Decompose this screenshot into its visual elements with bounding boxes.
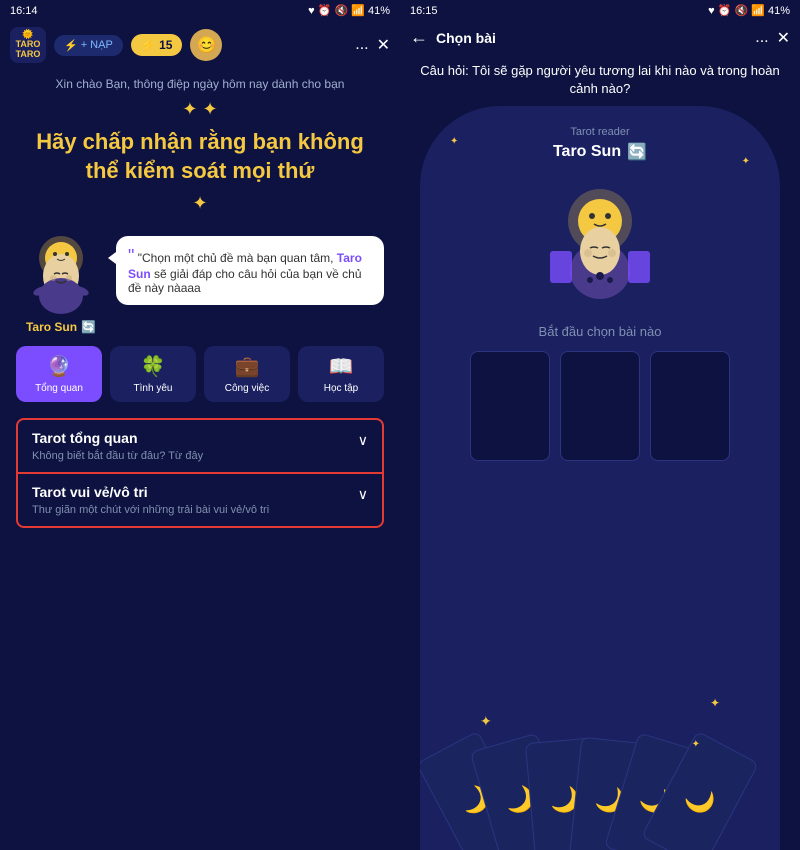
tab-tong-quan[interactable]: 🔮 Tổng quan	[16, 346, 102, 402]
logo-area: 🌞TAROTARO	[10, 27, 46, 63]
right-close-button[interactable]: ✕	[777, 28, 790, 48]
reader-name: Taro Sun 🔄	[553, 142, 647, 162]
stars-bottom: ✦	[0, 189, 400, 218]
avatar[interactable]: 😊	[190, 29, 222, 61]
tab-icon-cong-viec: 💼	[235, 354, 260, 379]
tab-hoc-tap[interactable]: 📖 Học tập	[298, 346, 384, 402]
mascot-svg	[21, 226, 101, 316]
tab-label-2: Công việc	[225, 383, 269, 394]
close-button[interactable]: ✕	[377, 35, 390, 55]
card-slot-1[interactable]	[560, 351, 640, 461]
content-item-1[interactable]: Tarot vui vẻ/vô tri Thư giãn một chút vớ…	[16, 473, 384, 528]
content-item-0[interactable]: Tarot tổng quan Không biết bắt đầu từ đâ…	[16, 418, 384, 473]
tab-label-1: Tình yêu	[134, 383, 173, 394]
tab-icon-tong-quan: 🔮	[47, 354, 72, 379]
spread-cards: 🌙 🌙 🌙 🌙 🌙 🌙	[420, 710, 780, 850]
right-time: 16:15	[410, 5, 438, 17]
main-title: Hãy chấp nhận rằng bạn không thể kiểm so…	[0, 124, 400, 189]
mascot-figure: Taro Sun 🔄	[16, 226, 106, 334]
left-panel: 16:14 ♥ ⏰ 🔇 📶 41% 🌞TAROTARO ⚡ + NẠP ⚡ 15…	[0, 0, 400, 850]
start-text: Bắt đầu chọn bài nào	[539, 324, 662, 339]
content-desc-0: Không biết bắt đầu từ đâu? Từ đây	[32, 450, 203, 462]
right-more-button[interactable]: ...	[755, 29, 768, 47]
reader-refresh-icon[interactable]: 🔄	[627, 142, 647, 162]
right-mascot-svg	[540, 176, 660, 306]
logo-icon: 🌞TAROTARO	[10, 27, 46, 63]
right-status-bar: 16:15 ♥ ⏰ 🔇 📶 41%	[400, 0, 800, 21]
card-slot-0[interactable]	[470, 351, 550, 461]
chevron-1: ∨	[358, 486, 368, 503]
content-title-1: Tarot vui vẻ/vô tri	[32, 484, 269, 500]
right-panel: 16:15 ♥ ⏰ 🔇 📶 41% ← Chọn bài ... ✕ Câu h…	[400, 0, 800, 850]
card-slot-2[interactable]	[650, 351, 730, 461]
coins-button[interactable]: ⚡ 15	[131, 34, 183, 56]
more-button[interactable]: ...	[355, 36, 368, 54]
left-status-icons: ♥ ⏰ 🔇 📶 41%	[308, 4, 390, 17]
arch-container: ✦ ✦ Tarot reader Taro Sun 🔄	[420, 106, 780, 850]
category-tabs: 🔮 Tổng quan 🍀 Tình yêu 💼 Công việc 📖 Học…	[0, 334, 400, 410]
nap-button[interactable]: ⚡ + NẠP	[54, 35, 123, 56]
gold-star-2: ✦	[710, 696, 720, 710]
tab-label-0: Tổng quan	[35, 383, 83, 394]
tab-label-3: Học tập	[324, 383, 358, 394]
back-button[interactable]: ←	[410, 27, 428, 48]
right-top-nav: ← Chọn bài ... ✕	[400, 21, 800, 54]
greeting-text: Xin chào Bạn, thông điệp ngày hôm nay dà…	[0, 69, 400, 95]
content-title-0: Tarot tổng quan	[32, 430, 203, 446]
tab-icon-tinh-yeu: 🍀	[141, 354, 166, 379]
nap-label: + NẠP	[81, 39, 113, 51]
question-text: Câu hỏi: Tôi sẽ gặp người yêu tương lai …	[400, 54, 800, 106]
content-list: Tarot tổng quan Không biết bắt đầu từ đâ…	[0, 410, 400, 536]
stars-top: ✦ ✦	[0, 95, 400, 124]
mascot-area: Taro Sun 🔄 "Chọn một chủ đề mà bạn quan …	[0, 226, 400, 334]
left-status-bar: 16:14 ♥ ⏰ 🔇 📶 41%	[0, 0, 400, 21]
content-desc-1: Thư giãn một chút với những trải bài vui…	[32, 504, 269, 516]
mascot-refresh-icon[interactable]: 🔄	[81, 320, 96, 334]
reader-label: Tarot reader	[570, 126, 629, 138]
gold-star-3: ✦	[692, 739, 700, 750]
right-status-icons: ♥ ⏰ 🔇 📶 41%	[708, 4, 790, 17]
deco-star-right: ✦	[742, 156, 750, 167]
coins-label: ⚡ 15	[141, 38, 173, 52]
speech-bubble: "Chọn một chủ đề mà bạn quan tâm, Taro S…	[116, 236, 384, 305]
gold-star-1: ✦	[480, 713, 492, 730]
tab-cong-viec[interactable]: 💼 Công việc	[204, 346, 290, 402]
left-time: 16:14	[10, 5, 38, 17]
chevron-0: ∨	[358, 432, 368, 449]
tab-icon-hoc-tap: 📖	[329, 354, 354, 379]
tab-tinh-yeu[interactable]: 🍀 Tình yêu	[110, 346, 196, 402]
mascot-name: Taro Sun 🔄	[26, 320, 96, 334]
left-top-nav: 🌞TAROTARO ⚡ + NẠP ⚡ 15 😊 ... ✕	[0, 21, 400, 69]
right-page-title: Chọn bài	[436, 30, 747, 46]
card-slots	[470, 351, 730, 461]
deco-star-left: ✦	[450, 136, 458, 147]
